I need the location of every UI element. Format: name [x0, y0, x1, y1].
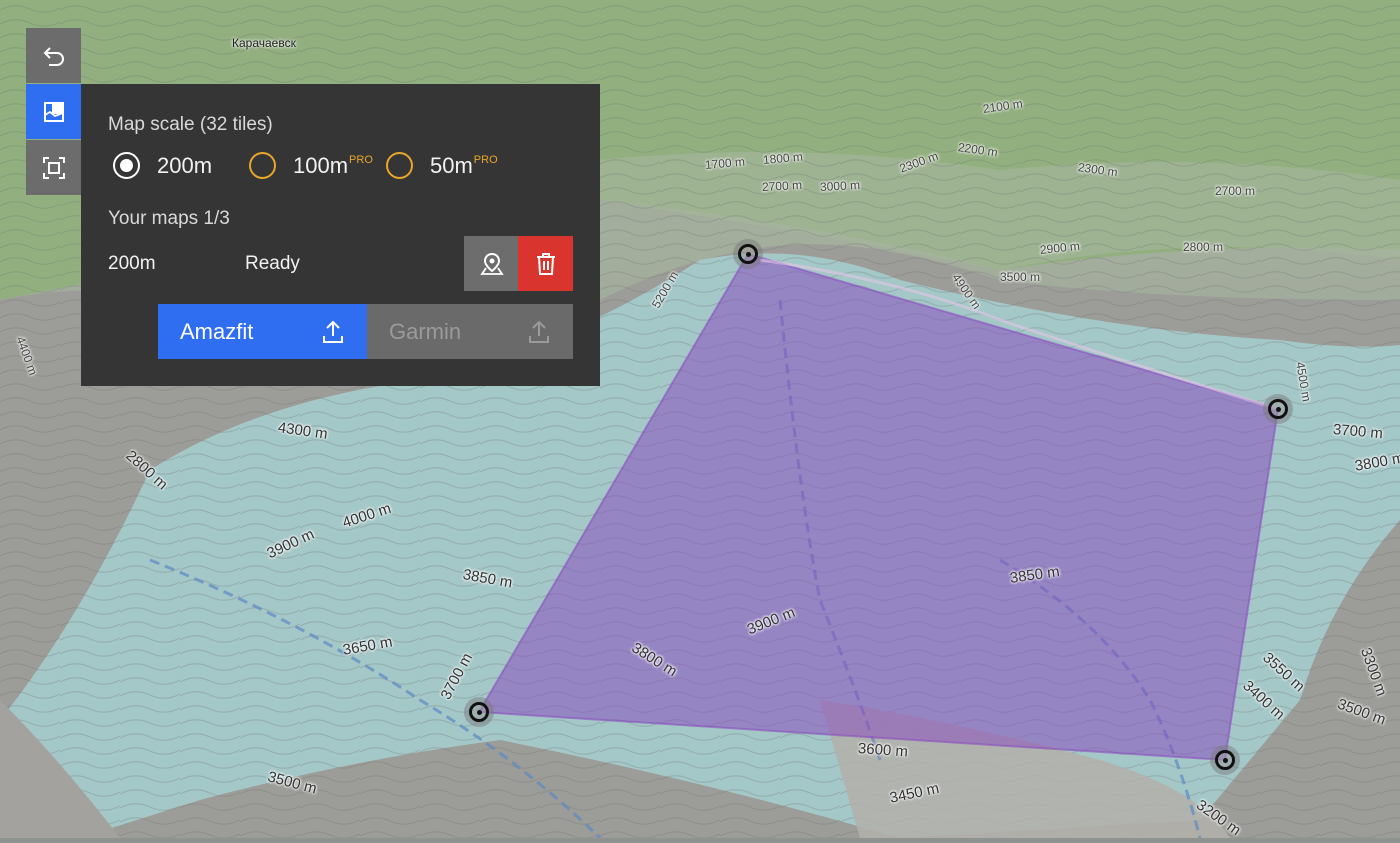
back-button[interactable]	[26, 28, 81, 83]
contour-label: 2800 m	[1183, 240, 1224, 254]
map-download-button[interactable]	[26, 84, 81, 139]
scale-option-50m[interactable]: 50mPRO	[386, 152, 498, 179]
selection-corner-marker[interactable]	[1210, 745, 1240, 775]
map-pin-icon	[479, 252, 504, 275]
export-amazfit-label: Amazfit	[180, 318, 254, 344]
your-maps-title: Your maps 1/3	[108, 208, 230, 229]
export-garmin-label: Garmin	[389, 318, 462, 344]
offline-maps-panel: Map scale (32 tiles) 200m 100mPRO 50mPRO…	[81, 84, 600, 386]
pro-badge: PRO	[349, 153, 373, 166]
contour-label: 3000 m	[819, 177, 861, 194]
pro-badge: PRO	[473, 153, 498, 166]
area-select-button[interactable]	[26, 140, 81, 195]
scale-option-200m[interactable]: 200m	[113, 152, 212, 179]
radio-selected[interactable]	[113, 152, 140, 179]
map-download-icon	[43, 101, 64, 122]
radio-unselected[interactable]	[386, 152, 413, 179]
contour-label: 2700 m	[761, 177, 803, 194]
contour-label: 3500 m	[1000, 270, 1041, 284]
scale-option-label: 50mPRO	[430, 152, 498, 178]
scale-option-label: 200m	[157, 152, 213, 178]
export-garmin-button[interactable]: Garmin	[367, 304, 573, 359]
export-amazfit-button[interactable]: Amazfit	[158, 304, 367, 359]
delete-map-button[interactable]	[518, 236, 573, 291]
map-scale-title: Map scale (32 tiles)	[108, 114, 273, 135]
upload-icon	[323, 320, 343, 343]
contour-label: 2700 m	[1215, 184, 1256, 198]
selection-corner-marker[interactable]	[1263, 394, 1293, 424]
locate-map-button[interactable]	[464, 236, 519, 291]
upload-icon	[529, 320, 549, 343]
saved-map-scale: 200m	[108, 253, 156, 274]
trash-icon	[536, 252, 555, 275]
saved-map-status: Ready	[245, 253, 300, 274]
town-label: Карачаевск	[232, 36, 296, 50]
scale-option-100m[interactable]: 100mPRO	[249, 152, 373, 179]
frame-select-icon	[42, 156, 65, 179]
selection-corner-marker[interactable]	[464, 697, 494, 727]
selection-corner-marker[interactable]	[733, 239, 763, 269]
scale-option-label: 100mPRO	[293, 152, 373, 178]
undo-arrow-icon	[43, 46, 64, 66]
contour-label: 3600 m	[857, 740, 909, 761]
radio-unselected[interactable]	[249, 152, 276, 179]
